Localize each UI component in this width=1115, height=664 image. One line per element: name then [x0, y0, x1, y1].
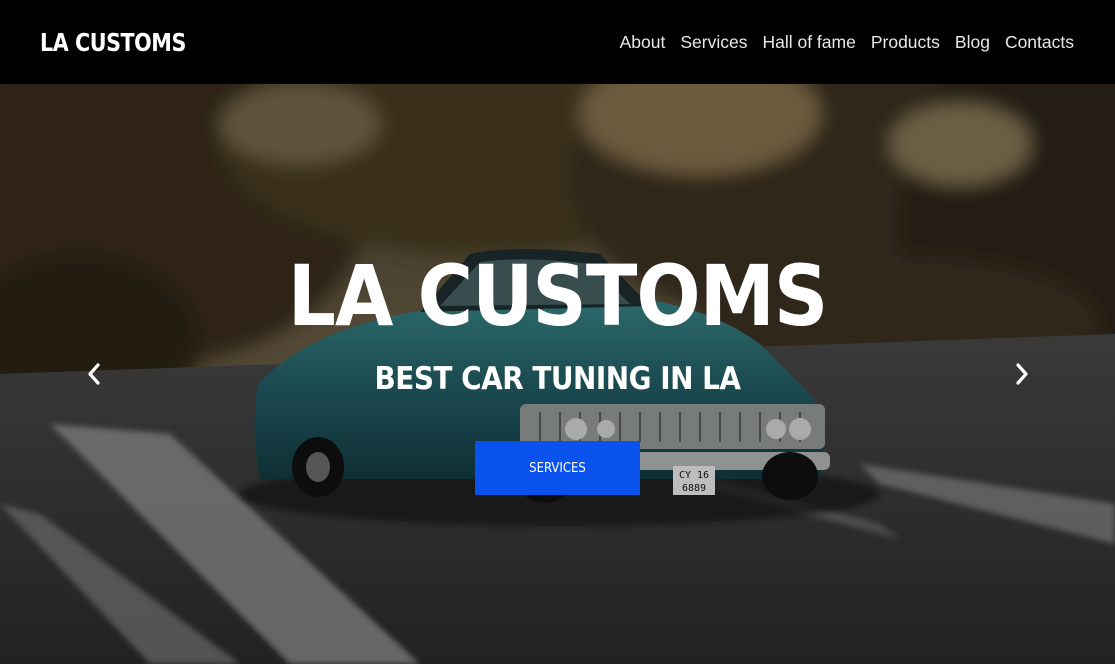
top-navbar: LA CUSTOMS About Services Hall of fame P… — [0, 0, 1115, 84]
nav-link-blog[interactable]: Blog — [947, 32, 997, 53]
nav-menu: About Services Hall of fame Products Blo… — [612, 32, 1074, 53]
hero-title: LA CUSTOMS — [287, 247, 829, 345]
slider-prev-button[interactable] — [80, 360, 108, 388]
slider-next-button[interactable] — [1008, 360, 1036, 388]
services-button[interactable]: SERVICES — [475, 441, 640, 495]
site-logo[interactable]: LA CUSTOMS — [40, 28, 186, 57]
hero-subtitle: BEST CAR TUNING IN LA — [374, 361, 741, 397]
nav-link-about[interactable]: About — [612, 32, 673, 53]
hero-slider: CY 16 6889 LA CUSTOMS BEST CAR TUNING IN… — [0, 84, 1115, 664]
nav-link-hall-of-fame[interactable]: Hall of fame — [755, 32, 863, 53]
nav-link-products[interactable]: Products — [863, 32, 947, 53]
chevron-right-icon — [1016, 363, 1028, 385]
chevron-left-icon — [88, 363, 100, 385]
nav-link-contacts[interactable]: Contacts — [997, 32, 1074, 53]
nav-link-services[interactable]: Services — [673, 32, 755, 53]
